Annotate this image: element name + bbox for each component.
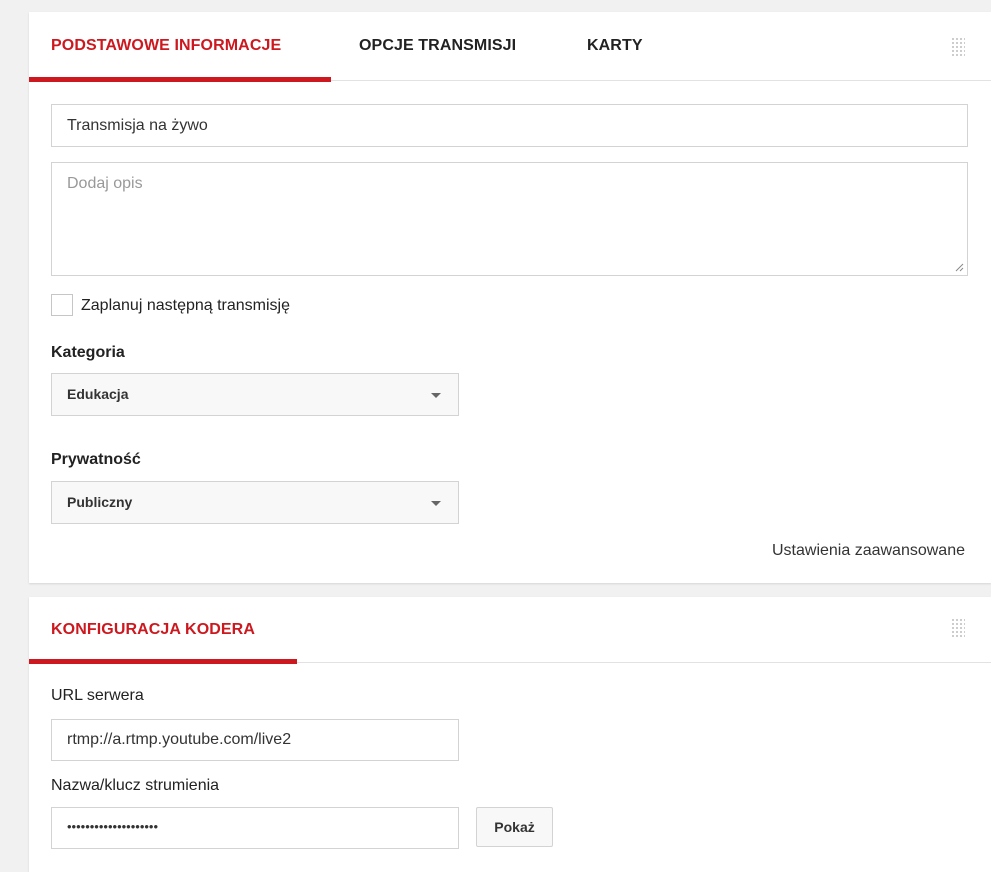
stream-key-label: Nazwa/klucz strumienia xyxy=(51,777,220,794)
tab-cards[interactable]: KARTY xyxy=(587,12,643,80)
stream-key-input[interactable]: •••••••••••••••••••• xyxy=(51,807,459,849)
privacy-selected-value: Publiczny xyxy=(67,494,133,510)
schedule-checkbox-label: Zaplanuj następną transmisję xyxy=(81,297,291,314)
tab-basic-info[interactable]: PODSTAWOWE INFORMACJE xyxy=(51,12,281,80)
drag-handle-icon[interactable] xyxy=(952,617,965,637)
encoder-setup-card: KONFIGURACJA KODERA URL serwera rtmp://a… xyxy=(29,597,991,872)
description-textarea[interactable]: Dodaj opis xyxy=(51,162,968,276)
category-label: Kategoria xyxy=(51,344,125,361)
category-selected-value: Edukacja xyxy=(67,386,129,402)
server-url-input[interactable]: rtmp://a.rtmp.youtube.com/live2 xyxy=(51,719,459,761)
privacy-select[interactable]: Publiczny xyxy=(51,481,459,524)
tab-stream-options[interactable]: OPCJE TRANSMISJI xyxy=(359,12,516,80)
server-url-value: rtmp://a.rtmp.youtube.com/live2 xyxy=(67,731,292,748)
advanced-settings-link[interactable]: Ustawienia zaawansowane xyxy=(772,542,965,560)
active-tab-indicator xyxy=(29,659,297,664)
server-url-label: URL serwera xyxy=(51,687,144,704)
show-key-button[interactable]: Pokaż xyxy=(476,807,553,847)
basic-info-card: PODSTAWOWE INFORMACJE OPCJE TRANSMISJI K… xyxy=(29,12,991,583)
resize-handle-icon[interactable] xyxy=(955,263,964,272)
dropdown-caret-icon xyxy=(431,393,441,398)
dropdown-caret-icon xyxy=(431,501,441,506)
category-select[interactable]: Edukacja xyxy=(51,373,459,416)
title-input-value: Transmisja na żywo xyxy=(67,117,208,134)
active-tab-indicator xyxy=(29,77,331,82)
schedule-checkbox[interactable] xyxy=(51,294,73,316)
description-placeholder: Dodaj opis xyxy=(67,175,143,192)
tab-bar: KONFIGURACJA KODERA xyxy=(29,597,991,664)
tab-bar: PODSTAWOWE INFORMACJE OPCJE TRANSMISJI K… xyxy=(29,12,991,82)
privacy-label: Prywatność xyxy=(51,451,141,468)
drag-handle-icon[interactable] xyxy=(952,36,965,56)
stream-key-value: •••••••••••••••••••• xyxy=(67,819,159,834)
tab-encoder-setup[interactable]: KONFIGURACJA KODERA xyxy=(51,597,255,662)
title-input[interactable]: Transmisja na żywo xyxy=(51,104,968,147)
